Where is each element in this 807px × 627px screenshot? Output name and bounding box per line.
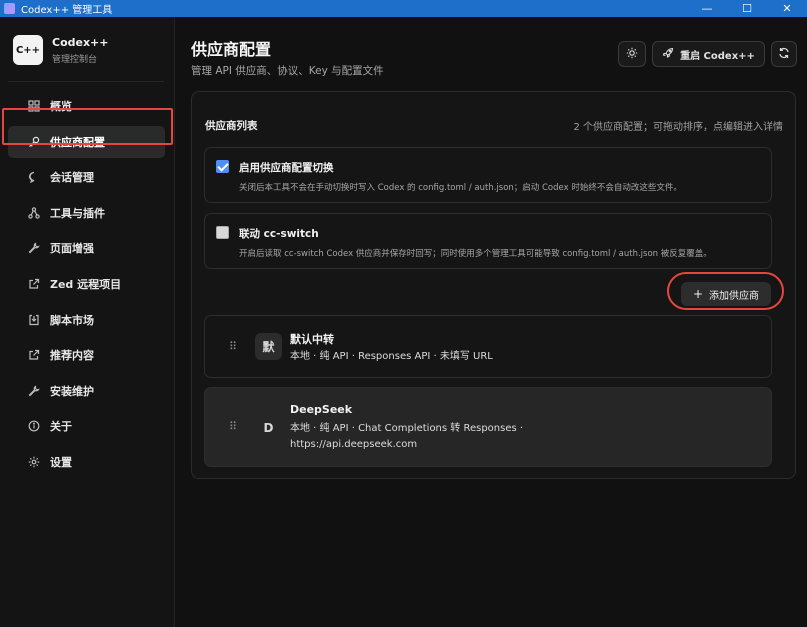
info-icon (27, 419, 41, 433)
sidebar-item-label: 脚本市场 (50, 313, 94, 327)
cc-switch-checkbox[interactable] (216, 226, 229, 239)
sidebar: C++ Codex++ 管理控制台 概览 供应商配置 会话管理 工具与插件 页面… (0, 17, 175, 627)
provider-meta-line: 本地 · 纯 API · Responses API · 未填写 URL (290, 351, 493, 362)
nodes-icon (27, 206, 41, 220)
brand: C++ Codex++ 管理控制台 (13, 35, 109, 65)
app-icon (4, 3, 15, 14)
option-cc-switch[interactable]: 联动 cc-switch 开启后读取 cc-switch Codex 供应商并保… (204, 213, 772, 269)
theme-toggle-button[interactable] (618, 41, 646, 67)
sidebar-item-page-enhance[interactable]: 页面增强 (8, 232, 165, 264)
maximize-button[interactable]: ☐ (727, 0, 767, 17)
provider-name: 默认中转 (290, 333, 334, 346)
page-title: 供应商配置 (191, 40, 272, 59)
sidebar-item-label: 工具与插件 (50, 206, 105, 220)
sidebar-item-label: 概览 (50, 100, 72, 113)
provider-meta: 本地 · 纯 API · Chat Completions 转 Response… (290, 421, 523, 453)
option-title: 启用供应商配置切换 (239, 162, 334, 174)
sidebar-divider (8, 81, 164, 82)
provider-meta-line: 本地 · 纯 API · Chat Completions 转 Response… (290, 423, 524, 434)
sidebar-item-tools[interactable]: 工具与插件 (8, 197, 165, 229)
rocket-icon (662, 47, 674, 62)
option-enable-switching[interactable]: 启用供应商配置切换 关闭后本工具不会在手动切换时写入 Codex 的 confi… (204, 147, 772, 203)
sidebar-item-script-market[interactable]: 脚本市场 (8, 304, 165, 336)
drag-handle-icon[interactable]: ⠿ (229, 420, 237, 433)
provider-list-panel: 供应商列表 2 个供应商配置；可拖动排序，点编辑进入详情 启用供应商配置切换 关… (191, 91, 796, 479)
brand-name: Codex++ (52, 35, 109, 49)
main-content: 供应商配置 管理 API 供应商、协议、Key 与配置文件 重启 Codex++… (175, 17, 807, 627)
wrench-icon (27, 384, 41, 398)
option-description: 关闭后本工具不会在手动切换时写入 Codex 的 config.toml / a… (239, 183, 682, 193)
brand-subtitle: 管理控制台 (52, 54, 98, 65)
chat-icon (27, 170, 41, 184)
add-provider-label: 添加供应商 (709, 290, 760, 302)
close-button[interactable]: ✕ (767, 0, 807, 17)
restart-codex-button[interactable]: 重启 Codex++ (652, 41, 765, 67)
provider-card[interactable]: ⠿ D DeepSeek 本地 · 纯 API · Chat Completio… (204, 387, 772, 467)
sidebar-item-settings[interactable]: 设置 (8, 446, 165, 478)
provider-avatar: D (263, 420, 274, 435)
provider-avatar: 默 (255, 333, 282, 360)
sidebar-item-about[interactable]: 关于 (8, 410, 165, 442)
option-title: 联动 cc-switch (239, 228, 319, 240)
sidebar-item-providers[interactable]: 供应商配置 (8, 125, 165, 158)
enable-switching-checkbox[interactable] (216, 160, 229, 173)
window-titlebar: Codex++ 管理工具 — ☐ ✕ (0, 0, 807, 17)
external-link-icon (27, 277, 41, 291)
provider-meta: 本地 · 纯 API · Responses API · 未填写 URL (290, 349, 493, 365)
refresh-icon (778, 47, 790, 62)
add-provider-button[interactable]: + 添加供应商 (681, 282, 771, 306)
wrench-icon (27, 241, 41, 255)
sun-icon (626, 47, 638, 62)
sidebar-item-sessions[interactable]: 会话管理 (8, 161, 165, 193)
provider-name: DeepSeek (290, 403, 353, 416)
panel-hint: 2 个供应商配置；可拖动排序，点编辑进入详情 (573, 122, 783, 133)
key-icon (27, 135, 41, 149)
import-icon (27, 313, 41, 327)
panel-title: 供应商列表 (205, 120, 258, 132)
option-description: 开启后读取 cc-switch Codex 供应商并保存时回写；同时使用多个管理… (239, 249, 712, 259)
drag-handle-icon[interactable]: ⠿ (229, 340, 237, 353)
window-title: Codex++ 管理工具 (21, 5, 113, 16)
sidebar-item-install[interactable]: 安装维护 (8, 375, 165, 407)
sidebar-item-recommended[interactable]: 推荐内容 (8, 339, 165, 371)
sidebar-item-label: 安装维护 (50, 384, 94, 398)
brand-logo: C++ (13, 35, 43, 65)
provider-url: https://api.deepseek.com (290, 439, 418, 450)
sidebar-item-overview[interactable]: 概览 (8, 90, 165, 122)
provider-card[interactable]: ⠿ 默 默认中转 本地 · 纯 API · Responses API · 未填… (204, 315, 772, 378)
sidebar-item-label: 推荐内容 (50, 349, 94, 363)
window-controls: — ☐ ✕ (687, 0, 807, 17)
sidebar-item-label: 页面增强 (50, 242, 94, 256)
sidebar-item-label: 供应商配置 (50, 135, 105, 149)
sidebar-item-zed-remote[interactable]: Zed 远程项目 (8, 268, 165, 300)
minimize-button[interactable]: — (687, 0, 727, 17)
refresh-button[interactable] (771, 41, 797, 67)
page-subtitle: 管理 API 供应商、协议、Key 与配置文件 (191, 65, 384, 77)
grid-icon (27, 99, 41, 113)
gear-icon (27, 455, 41, 469)
restart-codex-label: 重启 Codex++ (680, 50, 755, 62)
sidebar-item-label: 关于 (50, 420, 72, 434)
plus-icon: + (692, 287, 704, 301)
external-link-icon (27, 348, 41, 362)
sidebar-nav: 概览 供应商配置 会话管理 工具与插件 页面增强 Zed 远程项目 脚本市场 推… (0, 90, 175, 482)
sidebar-item-label: 设置 (50, 455, 72, 469)
sidebar-item-label: Zed 远程项目 (50, 277, 122, 291)
sidebar-item-label: 会话管理 (50, 171, 94, 185)
